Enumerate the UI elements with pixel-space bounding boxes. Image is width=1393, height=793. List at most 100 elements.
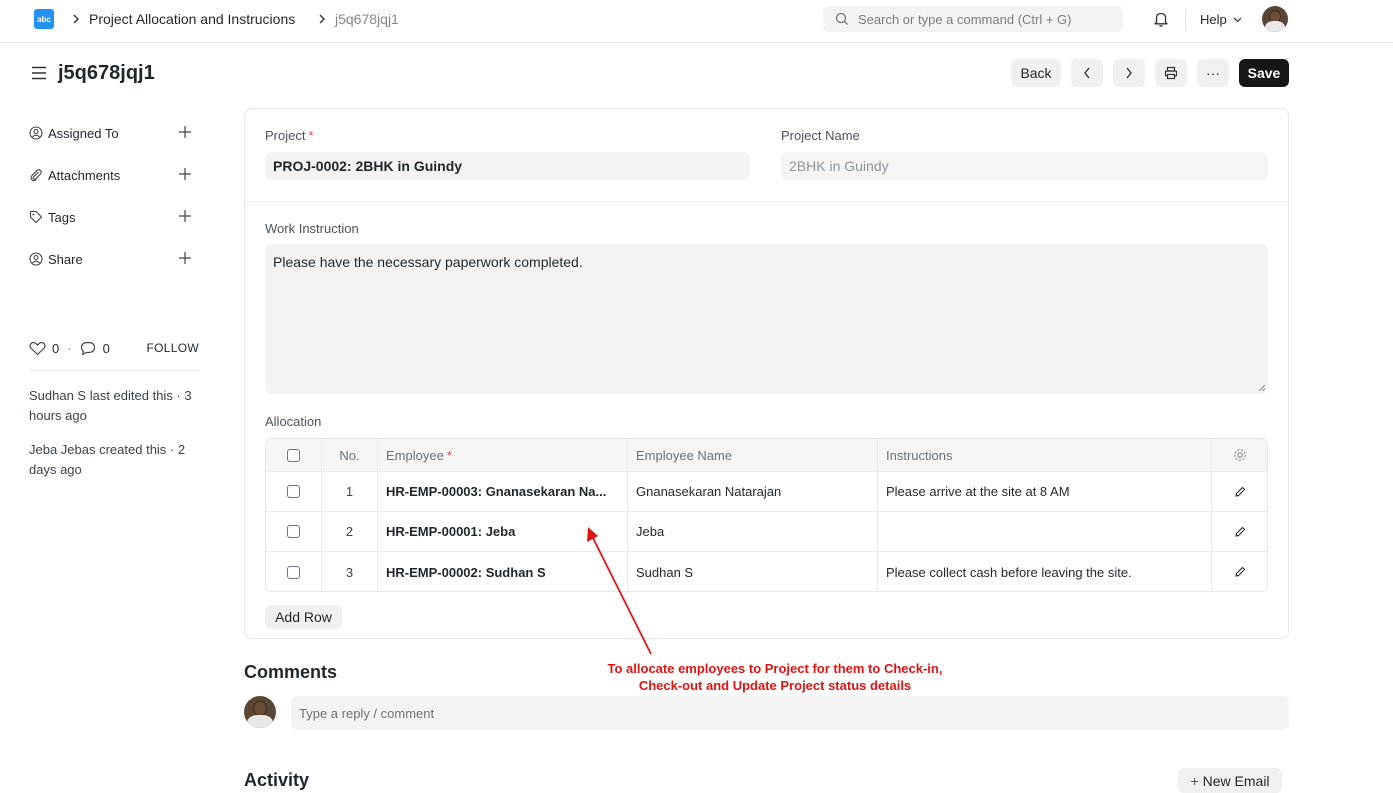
tag-icon	[29, 210, 43, 224]
employee-name-cell[interactable]: Jeba	[628, 512, 878, 551]
chevron-right-icon	[316, 11, 328, 27]
page-title: j5q678jqj1	[58, 62, 155, 84]
header-instructions: Instructions	[878, 439, 1212, 471]
row-select-cell	[266, 472, 322, 511]
comments-title: Comments	[244, 662, 338, 682]
table-row[interactable]: 3 HR-EMP-00002: Sudhan S Sudhan S Please…	[266, 552, 1267, 591]
sidebar-item-label: Attachments	[48, 167, 121, 183]
instructions-cell[interactable]	[878, 512, 1212, 551]
annotation-line-2: Check-out and Update Project status deta…	[638, 678, 912, 693]
work-instruction-label: Work Instruction	[265, 221, 359, 236]
chevron-down-icon	[1233, 17, 1242, 22]
add-row-button[interactable]: Add Row	[265, 605, 342, 629]
edit-row-cell	[1212, 552, 1267, 591]
printer-icon	[1164, 66, 1178, 80]
activity-log-created: Jeba Jebas created this · 2 days ago	[29, 442, 186, 477]
row-number: 2	[322, 512, 378, 551]
pencil-icon[interactable]	[1234, 526, 1246, 538]
activity-title: Activity	[244, 770, 310, 790]
sidebar-attachments[interactable]: Attachments	[29, 165, 199, 185]
gear-icon[interactable]	[1233, 448, 1247, 462]
activity-log-edited: Sudhan S last edited this · 3 hours ago	[29, 388, 192, 423]
annotation-line-1: To allocate employees to Project for the…	[607, 661, 943, 676]
sidebar-stats: 0 · 0 FOLLOW	[29, 339, 199, 357]
help-label: Help	[1200, 12, 1227, 27]
project-name-label: Project Name	[781, 128, 860, 143]
table-header-row: No. Employee * Employee Name Instructions	[266, 439, 1267, 472]
more-actions-button[interactable]: ···	[1197, 59, 1229, 87]
instructions-cell[interactable]: Please arrive at the site at 8 AM	[878, 472, 1212, 511]
help-menu[interactable]: Help	[1200, 12, 1242, 27]
resize-handle-icon[interactable]	[1258, 384, 1266, 392]
table-row[interactable]: 2 HR-EMP-00001: Jeba Jeba	[266, 512, 1267, 552]
share-user-icon	[29, 252, 43, 266]
row-number: 1	[322, 472, 378, 511]
allocation-table: No. Employee * Employee Name Instructions…	[265, 438, 1268, 592]
header-no: No.	[322, 439, 378, 471]
new-email-label: New Email	[1202, 772, 1270, 789]
follow-button[interactable]: FOLLOW	[147, 341, 199, 355]
breadcrumb-doctype[interactable]: Project Allocation and Instrucions	[89, 11, 295, 27]
row-checkbox[interactable]	[287, 565, 300, 579]
edit-row-cell	[1212, 512, 1267, 551]
app-logo[interactable]: abc	[34, 9, 54, 29]
section-divider	[245, 201, 1288, 202]
pencil-icon[interactable]	[1234, 566, 1246, 578]
comment-input[interactable]: Type a reply / comment	[291, 696, 1289, 730]
project-name-field: 2BHK in Guindy	[781, 152, 1268, 180]
search-input[interactable]: Search or type a command (Ctrl + G)	[823, 6, 1123, 32]
save-button[interactable]: Save	[1239, 59, 1289, 87]
plus-icon[interactable]	[178, 125, 192, 139]
employee-name-cell[interactable]: Sudhan S	[628, 552, 878, 591]
back-button[interactable]: Back	[1011, 59, 1061, 87]
header-employee: Employee *	[378, 439, 628, 471]
next-button[interactable]	[1113, 59, 1145, 87]
sidebar-share[interactable]: Share	[29, 249, 199, 269]
row-checkbox[interactable]	[287, 485, 300, 498]
chevron-right-icon	[70, 11, 82, 27]
sidebar-toggle-icon[interactable]	[31, 66, 47, 80]
sidebar-tags[interactable]: Tags	[29, 207, 199, 227]
row-checkbox[interactable]	[287, 525, 300, 538]
row-select-cell	[266, 552, 322, 591]
user-circle-icon	[29, 126, 43, 140]
pencil-icon[interactable]	[1234, 486, 1246, 498]
previous-button[interactable]	[1071, 59, 1103, 87]
search-icon	[835, 12, 848, 25]
sidebar-assigned-to[interactable]: Assigned To	[29, 123, 199, 143]
user-avatar[interactable]	[1262, 6, 1288, 32]
select-all-checkbox[interactable]	[287, 448, 300, 462]
row-number: 3	[322, 552, 378, 591]
search-placeholder: Search or type a command (Ctrl + G)	[858, 11, 1072, 27]
select-all-cell	[266, 439, 322, 471]
table-row[interactable]: 1 HR-EMP-00003: Gnanasekaran Na... Gnana…	[266, 472, 1267, 512]
work-instruction-value: Please have the necessary paperwork comp…	[273, 254, 583, 270]
project-field[interactable]: PROJ-0002: 2BHK in Guindy	[265, 152, 750, 180]
edit-row-cell	[1212, 472, 1267, 511]
annotation-note: To allocate employees to Project for the…	[590, 660, 960, 694]
sidebar-divider	[29, 370, 199, 371]
employee-cell[interactable]: HR-EMP-00003: Gnanasekaran Na...	[378, 472, 628, 511]
comment-avatar	[244, 696, 276, 728]
chevron-right-icon	[1126, 67, 1132, 79]
sidebar-item-label: Assigned To	[48, 125, 119, 141]
comment-count: 0	[102, 340, 110, 356]
plus-icon[interactable]	[178, 209, 192, 223]
bell-icon[interactable]	[1152, 10, 1170, 28]
comment-icon[interactable]	[80, 341, 96, 356]
header-employee-name: Employee Name	[628, 439, 878, 471]
chevron-left-icon	[1084, 67, 1090, 79]
sidebar-item-label: Share	[48, 251, 83, 267]
employee-name-cell[interactable]: Gnanasekaran Natarajan	[628, 472, 878, 511]
plus-icon[interactable]	[178, 251, 192, 265]
instructions-cell[interactable]: Please collect cash before leaving the s…	[878, 552, 1212, 591]
plus-icon[interactable]	[178, 167, 192, 181]
new-email-button[interactable]: + New Email	[1178, 768, 1282, 793]
column-settings-cell	[1212, 439, 1267, 471]
plus-icon: +	[1190, 772, 1199, 789]
heart-icon[interactable]	[29, 341, 46, 356]
print-button[interactable]	[1155, 59, 1187, 87]
project-label: Project *	[265, 128, 314, 143]
work-instruction-textarea[interactable]: Please have the necessary paperwork comp…	[265, 244, 1268, 394]
nav-divider	[1185, 9, 1186, 31]
